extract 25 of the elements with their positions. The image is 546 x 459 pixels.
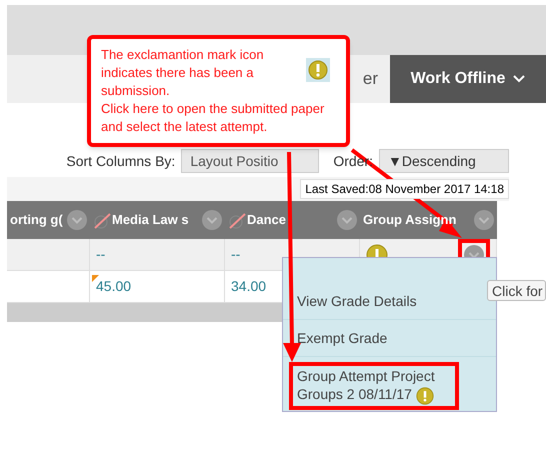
chevron-circle-icon[interactable] xyxy=(202,210,222,230)
chevron-circle-icon[interactable] xyxy=(337,210,357,230)
sort-label: Sort Columns By: xyxy=(66,152,176,171)
grade-cell[interactable]: 34.00 xyxy=(231,276,266,297)
menu-item[interactable]: Exempt Grade xyxy=(297,329,388,347)
column-title[interactable]: orting g( xyxy=(10,210,63,230)
chevron-circle-icon[interactable] xyxy=(474,210,494,230)
callout-text: The exclamantion mark icon indicates there has been a submission. xyxy=(101,46,265,100)
work-offline-button[interactable]: Work Offline xyxy=(390,55,546,103)
column-title[interactable]: Media Law s xyxy=(112,210,189,230)
chevron-down-icon xyxy=(513,75,526,83)
grade-cell[interactable]: -- xyxy=(231,244,240,265)
exclamation-icon xyxy=(306,58,330,82)
sort-select[interactable]: Layout Positio xyxy=(181,149,320,173)
menu-item[interactable]: View Grade Details xyxy=(297,292,417,310)
callout-text: Click here to open the submitted paper and select the latest attempt. xyxy=(101,100,326,136)
grade-cell[interactable]: 45.00 xyxy=(96,276,132,297)
column-title[interactable]: Dance xyxy=(247,210,286,230)
menu-item[interactable]: Group Attempt Project Groups 2 08/11/17 xyxy=(289,362,459,410)
chevron-circle-icon[interactable] xyxy=(67,210,87,230)
order-select[interactable]: ▼Descending xyxy=(379,149,509,173)
last-saved-text: Last Saved:08 November 2017 14:18 xyxy=(300,179,509,199)
nav-item[interactable]: er xyxy=(362,66,378,92)
tooltip: Click for xyxy=(487,280,546,301)
grade-cell[interactable]: -- xyxy=(96,244,106,265)
